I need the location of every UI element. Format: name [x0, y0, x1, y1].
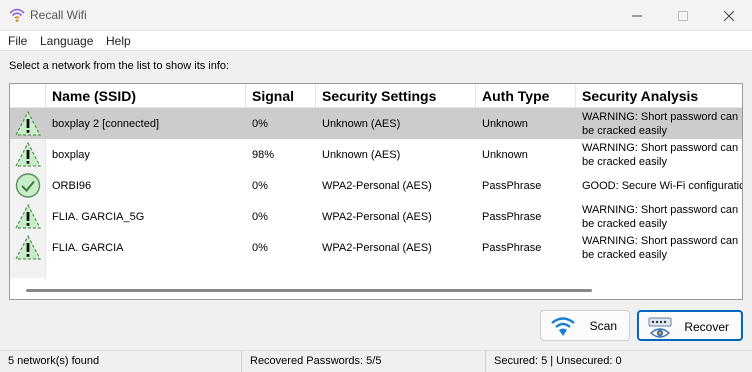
- wifi-scan-icon: [551, 317, 575, 336]
- cell-auth: PassPhrase: [482, 210, 542, 223]
- cell-name: boxplay: [52, 148, 90, 161]
- cell-security: Unknown (AES): [322, 148, 401, 161]
- cell-name: FLIA. GARCIA_5G: [52, 210, 145, 223]
- column-header-security[interactable]: Security Settings: [316, 84, 476, 108]
- menu-bar: File Language Help: [0, 31, 752, 51]
- menu-file[interactable]: File: [8, 34, 27, 48]
- network-list[interactable]: Name (SSID) Signal Security Settings Aut…: [9, 83, 743, 300]
- instruction-label: Select a network from the list to show i…: [9, 60, 230, 72]
- warning-triangle-icon: [15, 203, 41, 229]
- minimize-icon: [632, 15, 642, 16]
- cell-auth: PassPhrase: [482, 241, 542, 254]
- cell-security: WPA2-Personal (AES): [322, 179, 432, 192]
- status-secured-count: Secured: 5 | Unsecured: 0: [494, 355, 622, 367]
- warning-triangle-icon: [15, 141, 41, 167]
- cell-name: ORBI96: [52, 179, 92, 192]
- table-row[interactable]: FLIA. GARCIA 0% WPA2-Personal (AES) Pass…: [10, 232, 742, 263]
- scrollbar-thumb[interactable]: [26, 289, 592, 292]
- cell-auth: PassPhrase: [482, 179, 542, 192]
- cell-signal: 98%: [252, 148, 275, 161]
- column-header-name[interactable]: Name (SSID): [46, 84, 246, 108]
- menu-language[interactable]: Language: [40, 34, 93, 48]
- cell-analysis: WARNING: Short password can be cracked e…: [582, 235, 739, 261]
- table-row[interactable]: ORBI96 0% WPA2-Personal (AES) PassPhrase…: [10, 170, 742, 201]
- wifi-app-icon: [9, 8, 25, 22]
- cell-signal: 0%: [252, 117, 268, 130]
- title-bar: Recall Wifi: [0, 0, 752, 31]
- window-title: Recall Wifi: [30, 8, 87, 22]
- cell-signal: 0%: [252, 210, 268, 223]
- warning-triangle-icon: [15, 110, 41, 136]
- cell-auth: Unknown: [482, 148, 528, 161]
- minimize-button[interactable]: [614, 0, 660, 31]
- scan-button-label: Scan: [589, 319, 617, 333]
- cell-security: Unknown (AES): [322, 117, 401, 130]
- warning-triangle-icon: [15, 234, 41, 260]
- cell-security: WPA2-Personal (AES): [322, 241, 432, 254]
- maximize-icon: [678, 10, 688, 21]
- cell-signal: 0%: [252, 241, 268, 254]
- cell-analysis: WARNING: Short password can be cracked e…: [582, 111, 739, 137]
- cell-name: boxplay 2 [connected]: [52, 117, 160, 130]
- cell-auth: Unknown: [482, 117, 528, 130]
- close-button[interactable]: [706, 0, 752, 31]
- maximize-button[interactable]: [660, 0, 706, 31]
- status-networks-found: 5 network(s) found: [0, 351, 242, 372]
- scan-button[interactable]: Scan: [540, 310, 630, 341]
- menu-help[interactable]: Help: [106, 34, 131, 48]
- status-recovered-passwords: Recovered Passwords: 5/5: [242, 351, 486, 372]
- recover-button-label: Recover: [684, 320, 729, 334]
- table-row[interactable]: boxplay 98% Unknown (AES) Unknown WARNIN…: [10, 139, 742, 170]
- table-row[interactable]: boxplay 2 [connected] 0% Unknown (AES) U…: [10, 108, 742, 139]
- close-icon: [724, 10, 734, 21]
- cell-signal: 0%: [252, 179, 268, 192]
- recover-eye-icon: [648, 317, 672, 338]
- column-header-icon[interactable]: [10, 84, 46, 108]
- column-header-analysis[interactable]: Security Analysis: [576, 84, 742, 108]
- check-circle-icon: [15, 173, 41, 198]
- horizontal-scrollbar[interactable]: [10, 284, 742, 299]
- list-header: Name (SSID) Signal Security Settings Aut…: [10, 84, 742, 108]
- column-header-signal[interactable]: Signal: [246, 84, 316, 108]
- cell-security: WPA2-Personal (AES): [322, 210, 432, 223]
- cell-analysis: WARNING: Short password can be cracked e…: [582, 142, 739, 168]
- cell-analysis: GOOD: Secure Wi-Fi configuration: [582, 179, 742, 192]
- cell-analysis: WARNING: Short password can be cracked e…: [582, 204, 739, 230]
- status-bar: 5 network(s) found Recovered Passwords: …: [0, 350, 752, 372]
- column-header-auth[interactable]: Auth Type: [476, 84, 576, 108]
- table-row[interactable]: FLIA. GARCIA_5G 0% WPA2-Personal (AES) P…: [10, 201, 742, 232]
- cell-name: FLIA. GARCIA: [52, 241, 124, 254]
- recover-button[interactable]: Recover: [637, 310, 743, 341]
